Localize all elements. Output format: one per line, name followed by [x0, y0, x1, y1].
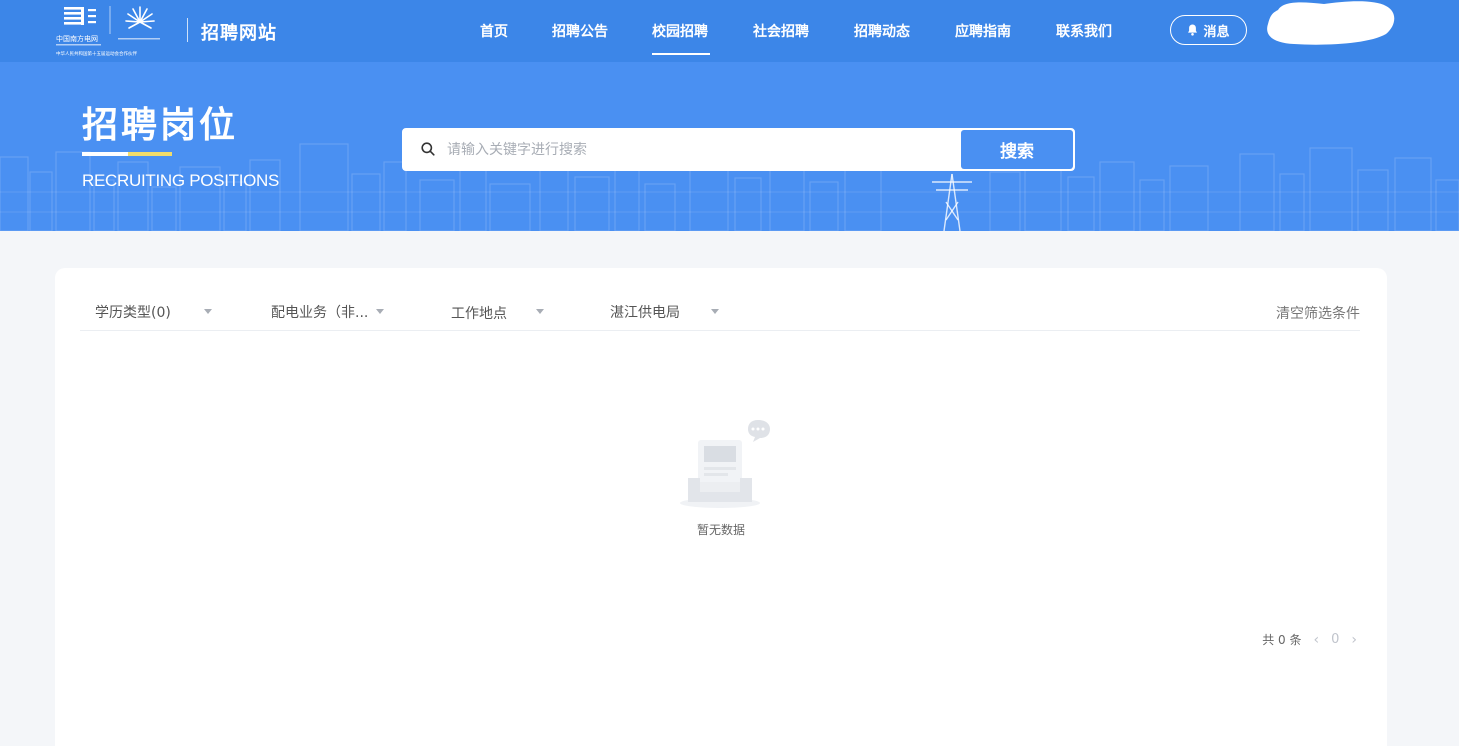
chevron-left-icon[interactable]: ‹	[1314, 632, 1320, 648]
chevron-down-icon	[536, 309, 544, 314]
user-avatar[interactable]	[1264, 0, 1396, 46]
svg-text:中国南方电网: 中国南方电网	[56, 34, 98, 43]
filter-education-type[interactable]: 学历类型(0)	[95, 302, 171, 322]
nav-contact-us[interactable]: 联系我们	[1056, 21, 1112, 41]
filter-education-type-label: 学历类型(0)	[95, 305, 171, 321]
pagination: 共 0 条 ‹ 0 ›	[1262, 631, 1357, 648]
current-page[interactable]: 0	[1331, 632, 1339, 647]
top-nav: 中国南方电网 中华人民共和国第十五届运动会合作伙伴 招聘网站 首页 招聘公告 校…	[0, 0, 1459, 62]
messages-button[interactable]: 消息	[1170, 15, 1247, 45]
empty-state-illustration	[675, 418, 785, 538]
csg-logo[interactable]: 中国南方电网 中华人民共和国第十五届运动会合作伙伴	[54, 4, 184, 58]
filter-business-type-label: 配电业务（非...	[271, 305, 369, 321]
chevron-down-icon	[711, 309, 719, 314]
messages-label: 消息	[1203, 24, 1230, 40]
chevron-down-icon	[376, 309, 384, 314]
clear-filters-link[interactable]: 清空筛选条件	[1276, 303, 1360, 323]
nav-home[interactable]: 首页	[480, 21, 508, 41]
nav-announcements[interactable]: 招聘公告	[552, 21, 608, 41]
search-button[interactable]: 搜索	[961, 130, 1073, 169]
banner-title: 招聘岗位	[82, 105, 239, 146]
filter-work-location[interactable]: 工作地点	[451, 303, 507, 323]
chevron-right-icon[interactable]: ›	[1351, 632, 1357, 648]
nav-campus-recruitment[interactable]: 校园招聘	[652, 21, 708, 41]
search-bar: 搜索	[402, 128, 1075, 171]
total-count: 共 0 条	[1262, 633, 1302, 647]
filter-business-type[interactable]: 配电业务（非...	[271, 302, 368, 322]
title-underline-white	[82, 152, 128, 156]
banner-subtitle: RECRUITING POSITIONS	[82, 171, 280, 190]
bell-icon	[1188, 24, 1198, 36]
page-banner: 招聘岗位 RECRUITING POSITIONS 搜索	[0, 62, 1459, 231]
nav-recruitment-news[interactable]: 招聘动态	[854, 21, 910, 41]
filter-bureau-label: 湛江供电局	[610, 305, 680, 321]
svg-text:中华人民共和国第十五届运动会合作伙伴: 中华人民共和国第十五届运动会合作伙伴	[56, 50, 137, 57]
nav-active-indicator	[652, 53, 710, 55]
filter-work-location-label: 工作地点	[451, 306, 507, 322]
search-input[interactable]	[447, 136, 957, 164]
empty-state-text: 暂无数据	[696, 523, 745, 537]
nav-application-guide[interactable]: 应聘指南	[955, 21, 1011, 41]
site-title[interactable]: 招聘网站	[201, 19, 277, 45]
filter-bureau[interactable]: 湛江供电局	[610, 302, 680, 322]
logo-divider	[187, 18, 188, 42]
title-underline-yellow	[128, 152, 172, 156]
nav-social-recruitment[interactable]: 社会招聘	[753, 21, 809, 41]
search-icon	[421, 142, 435, 156]
positions-card: 学历类型(0) 配电业务（非... 工作地点 湛江供电局 清空筛选条件 暂无数据…	[55, 268, 1387, 746]
filter-bar: 学历类型(0) 配电业务（非... 工作地点 湛江供电局 清空筛选条件	[80, 288, 1360, 331]
chevron-down-icon	[204, 309, 212, 314]
